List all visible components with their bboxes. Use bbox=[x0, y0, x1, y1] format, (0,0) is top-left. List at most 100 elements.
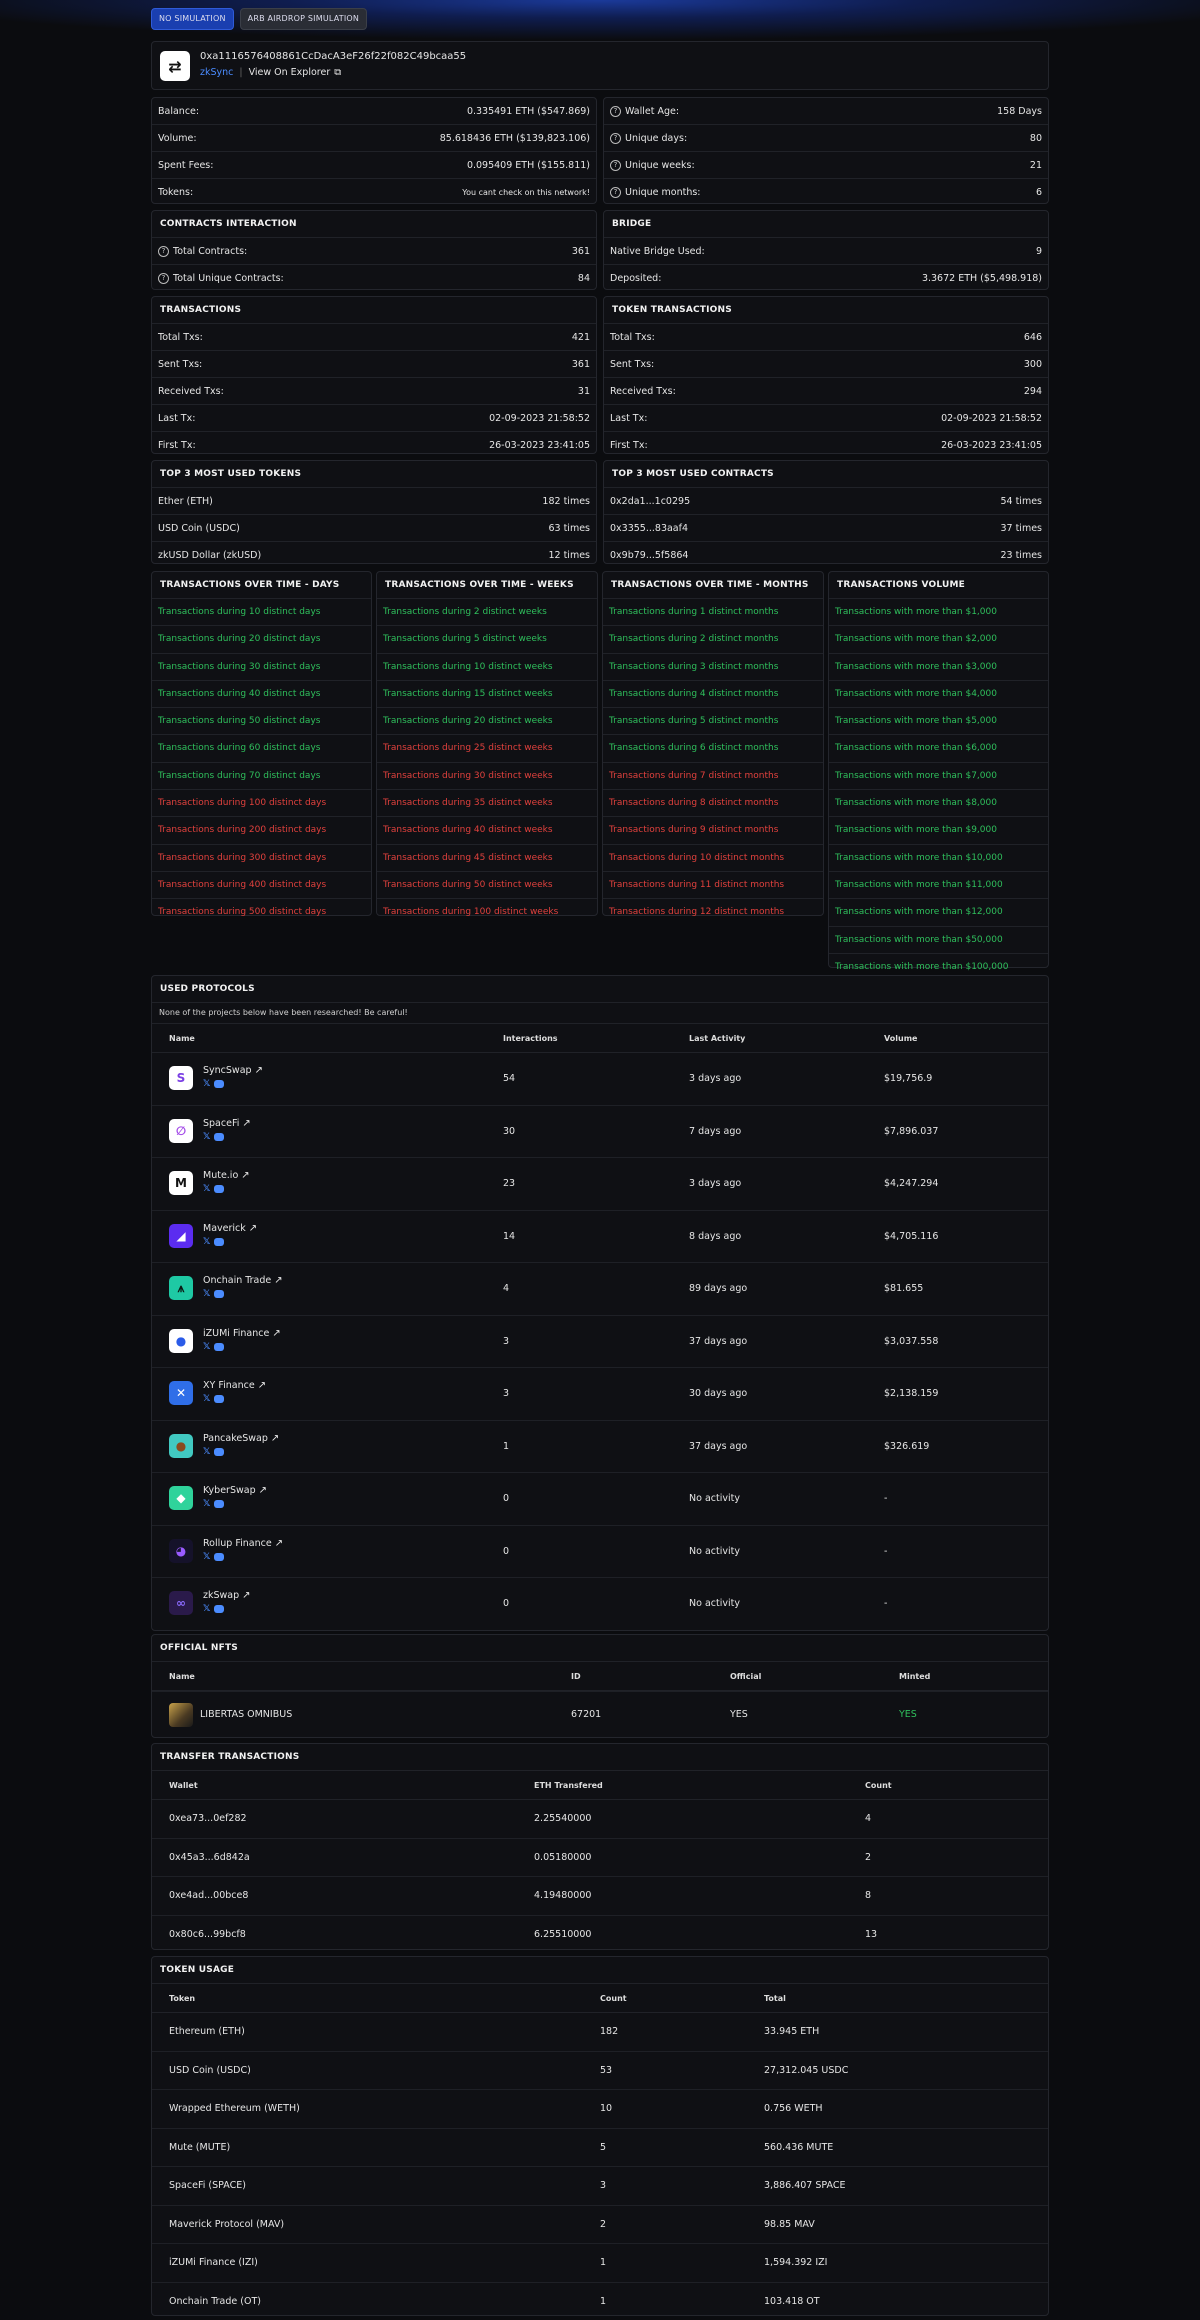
discord-icon[interactable] bbox=[214, 1343, 224, 1351]
external-arrow-icon[interactable]: ↗ bbox=[271, 1433, 279, 1444]
protocol-name[interactable]: KyberSwap bbox=[203, 1485, 256, 1496]
stat-value: 26-03-2023 23:41:05 bbox=[489, 440, 590, 451]
protocol-name[interactable]: SyncSwap bbox=[203, 1065, 252, 1076]
x-twitter-icon[interactable]: 𝕏 bbox=[203, 1447, 210, 1457]
stat-label: Sent Txs: bbox=[158, 359, 202, 370]
transfer-wallet[interactable]: 0x80c6...99bcf8 bbox=[169, 1929, 246, 1940]
achieved-item: Transactions with more than $6,000 bbox=[829, 734, 1048, 761]
discord-icon[interactable] bbox=[214, 1185, 224, 1193]
col-eth-transfered: ETH Transfered bbox=[534, 1781, 603, 1790]
external-arrow-icon[interactable]: ↗ bbox=[242, 1118, 250, 1129]
x-twitter-icon[interactable]: 𝕏 bbox=[203, 1499, 210, 1509]
protocol-name[interactable]: PancakeSwap bbox=[203, 1433, 268, 1444]
x-twitter-icon[interactable]: 𝕏 bbox=[203, 1342, 210, 1352]
transfer-count: 8 bbox=[865, 1890, 871, 1901]
protocol-name[interactable]: XY Finance bbox=[203, 1380, 255, 1391]
stat-label: Received Txs: bbox=[158, 386, 224, 397]
transfer-wallet[interactable]: 0xe4ad...00bce8 bbox=[169, 1890, 248, 1901]
discord-icon[interactable] bbox=[214, 1080, 224, 1088]
over-time-weeks-card: TRANSACTIONS OVER TIME - WEEKSTransactio… bbox=[376, 571, 598, 916]
external-arrow-icon[interactable]: ↗ bbox=[241, 1170, 249, 1181]
wallet-address[interactable]: 0xa1116576408861CcDacA3eF26f22f082C49bca… bbox=[200, 51, 466, 62]
external-arrow-icon[interactable]: ↗ bbox=[258, 1380, 266, 1391]
protocol-name-line[interactable]: zkSwap↗ bbox=[203, 1590, 251, 1601]
achieved-item: Transactions during 3 distinct months bbox=[603, 653, 823, 680]
question-icon[interactable]: ? bbox=[610, 133, 621, 144]
protocol-name[interactable]: Maverick bbox=[203, 1223, 246, 1234]
x-twitter-icon[interactable]: 𝕏 bbox=[203, 1079, 210, 1089]
stat-label: zkUSD Dollar (zkUSD) bbox=[158, 550, 261, 561]
x-twitter-icon[interactable]: 𝕏 bbox=[203, 1237, 210, 1247]
protocol-name-line[interactable]: SpaceFi↗ bbox=[203, 1118, 251, 1129]
discord-icon[interactable] bbox=[214, 1553, 224, 1561]
protocol-name-line[interactable]: SyncSwap↗ bbox=[203, 1065, 263, 1076]
protocol-name-line[interactable]: KyberSwap↗ bbox=[203, 1485, 267, 1496]
discord-icon[interactable] bbox=[214, 1290, 224, 1298]
token-total: 3,886.407 SPACE bbox=[764, 2180, 846, 2191]
protocol-logo-icon: ∅ bbox=[169, 1119, 193, 1143]
discord-icon[interactable] bbox=[214, 1238, 224, 1246]
unachieved-item: Transactions during 500 distinct days bbox=[152, 898, 371, 925]
question-icon[interactable]: ? bbox=[158, 273, 169, 284]
column-title: TRANSACTIONS OVER TIME - DAYS bbox=[152, 572, 371, 598]
question-icon[interactable]: ? bbox=[610, 106, 621, 117]
protocol-name[interactable]: Mute.io bbox=[203, 1170, 238, 1181]
x-twitter-icon[interactable]: 𝕏 bbox=[203, 1184, 210, 1194]
explorer-link[interactable]: View On Explorer bbox=[249, 67, 331, 78]
protocol-name-line[interactable]: iZUMi Finance↗ bbox=[203, 1328, 281, 1339]
external-arrow-icon[interactable]: ↗ bbox=[255, 1065, 263, 1076]
external-arrow-icon[interactable]: ↗ bbox=[242, 1590, 250, 1601]
nft-id: 67201 bbox=[571, 1709, 601, 1720]
x-twitter-icon[interactable]: 𝕏 bbox=[203, 1552, 210, 1562]
stat-row: ?Unique weeks:21 bbox=[604, 151, 1048, 178]
protocol-name-line[interactable]: Maverick↗ bbox=[203, 1223, 257, 1234]
x-twitter-icon[interactable]: 𝕏 bbox=[203, 1289, 210, 1299]
external-arrow-icon[interactable]: ↗ bbox=[274, 1275, 282, 1286]
protocol-interactions: 3 bbox=[503, 1388, 509, 1399]
discord-icon[interactable] bbox=[214, 1500, 224, 1508]
discord-icon[interactable] bbox=[214, 1395, 224, 1403]
protocol-name[interactable]: iZUMi Finance bbox=[203, 1328, 269, 1339]
protocol-name-line[interactable]: Rollup Finance↗ bbox=[203, 1538, 283, 1549]
token-usage-row: Maverick Protocol (MAV)298.85 MAV bbox=[152, 2205, 1048, 2244]
external-arrow-icon[interactable]: ↗ bbox=[259, 1485, 267, 1496]
protocol-name[interactable]: Rollup Finance bbox=[203, 1538, 272, 1549]
protocol-name[interactable]: Onchain Trade bbox=[203, 1275, 271, 1286]
token-count: 2 bbox=[600, 2219, 606, 2230]
protocol-name-line[interactable]: Onchain Trade↗ bbox=[203, 1275, 283, 1286]
protocol-name-line[interactable]: Mute.io↗ bbox=[203, 1170, 250, 1181]
discord-icon[interactable] bbox=[214, 1605, 224, 1613]
discord-icon[interactable] bbox=[214, 1448, 224, 1456]
x-twitter-icon[interactable]: 𝕏 bbox=[203, 1132, 210, 1142]
token-name: Wrapped Ethereum (WETH) bbox=[169, 2103, 300, 2114]
x-twitter-icon[interactable]: 𝕏 bbox=[203, 1394, 210, 1404]
protocol-name[interactable]: SpaceFi bbox=[203, 1118, 239, 1129]
stat-value: 02-09-2023 21:58:52 bbox=[489, 413, 590, 424]
col-token: Token bbox=[169, 1994, 195, 2003]
external-arrow-icon[interactable]: ↗ bbox=[249, 1223, 257, 1234]
discord-icon[interactable] bbox=[214, 1133, 224, 1141]
wallet-card: ⇄ 0xa1116576408861CcDacA3eF26f22f082C49b… bbox=[151, 41, 1049, 90]
stat-label: First Tx: bbox=[158, 440, 196, 451]
token-total: 98.85 MAV bbox=[764, 2219, 815, 2230]
arb-airdrop-simulation-button[interactable]: ARB AIRDROP SIMULATION bbox=[240, 8, 367, 30]
x-twitter-icon[interactable]: 𝕏 bbox=[203, 1604, 210, 1614]
stat-value: 361 bbox=[572, 246, 590, 257]
transfer-count: 2 bbox=[865, 1852, 871, 1863]
no-simulation-button[interactable]: NO SIMULATION bbox=[151, 8, 234, 30]
external-arrow-icon[interactable]: ↗ bbox=[275, 1538, 283, 1549]
stat-value: 182 times bbox=[542, 496, 590, 507]
network-badge[interactable]: zkSync bbox=[200, 67, 233, 78]
question-icon[interactable]: ? bbox=[610, 160, 621, 171]
protocol-name-line[interactable]: XY Finance↗ bbox=[203, 1380, 266, 1391]
transfer-eth: 2.25540000 bbox=[534, 1813, 591, 1824]
question-icon[interactable]: ? bbox=[158, 246, 169, 257]
transfer-wallet[interactable]: 0x45a3...6d842a bbox=[169, 1852, 250, 1863]
protocol-volume: $19,756.9 bbox=[884, 1073, 932, 1084]
protocol-name-line[interactable]: PancakeSwap↗ bbox=[203, 1433, 279, 1444]
protocol-name[interactable]: zkSwap bbox=[203, 1590, 239, 1601]
question-icon[interactable]: ? bbox=[610, 187, 621, 198]
external-arrow-icon[interactable]: ↗ bbox=[272, 1328, 280, 1339]
protocol-interactions: 3 bbox=[503, 1336, 509, 1347]
transfer-wallet[interactable]: 0xea73...0ef282 bbox=[169, 1813, 247, 1824]
